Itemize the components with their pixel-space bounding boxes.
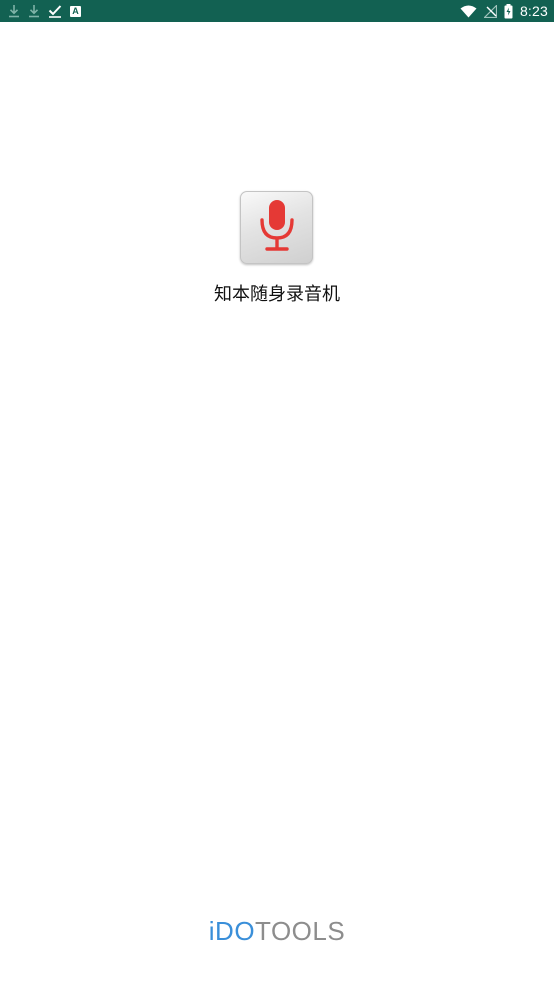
wifi-icon <box>460 0 477 22</box>
no-signal-icon <box>483 0 497 22</box>
system-indicators: 8:23 <box>460 0 548 22</box>
app-name: 知本随身录音机 <box>214 284 340 305</box>
download-icon <box>8 0 20 22</box>
brand-logo-part2: TOOLS <box>255 916 346 946</box>
status-bar: A 8:23 <box>0 0 554 22</box>
battery-icon <box>504 0 513 22</box>
splash-screen: A 8:23 知本随身录音机 iDOTOOLS <box>0 0 554 993</box>
brand-logo: iDOTOOLS <box>0 916 554 946</box>
app-icon <box>240 191 313 264</box>
done-check-icon <box>48 0 62 22</box>
download-icon <box>28 0 40 22</box>
microphone-icon <box>257 198 297 258</box>
brand-logo-part1: iDO <box>208 916 256 946</box>
notification-icons: A <box>8 0 81 22</box>
status-time: 8:23 <box>519 3 548 19</box>
a-badge-icon: A <box>70 0 81 22</box>
